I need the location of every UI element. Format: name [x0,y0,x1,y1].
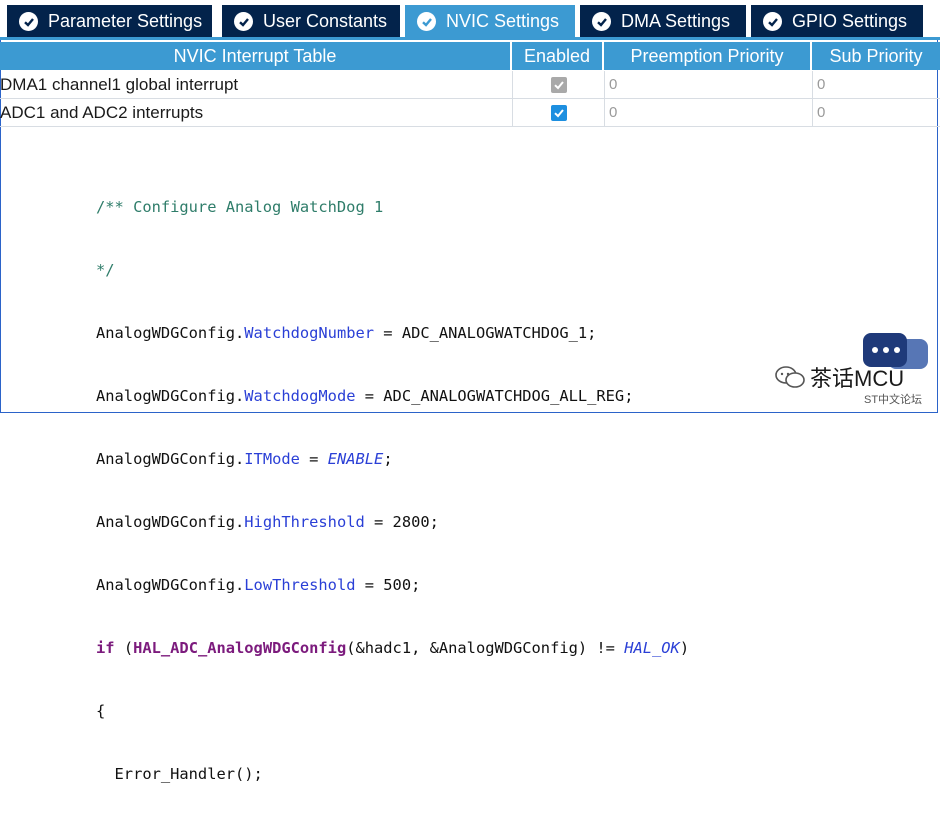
watermark-brand: 茶话MCU [810,366,905,391]
code-assign: = 500; [355,576,421,594]
tab-label: User Constants [263,11,388,31]
code-line: AnalogWDGConfig.WatchdogMode = ADC_ANALO… [96,387,634,405]
code-field: HighThreshold [244,513,365,531]
tab-label: GPIO Settings [792,11,908,31]
code-object: AnalogWDGConfig [96,576,235,594]
tab-dma-settings[interactable]: DMA Settings [580,5,746,38]
watermark-subtitle: ST中文论坛 [864,394,923,406]
enabled-cell [512,71,604,98]
code-brace-close: } [96,827,689,830]
code-object: AnalogWDGConfig [96,513,235,531]
column-header-enabled[interactable]: Enabled [512,42,604,70]
code-assign: = 2800; [364,513,439,531]
column-header-interrupt[interactable]: NVIC Interrupt Table [0,42,512,70]
code-paren: ( [114,639,134,657]
code-snippet: /** Configure Analog WatchDog 1 */ Analo… [96,155,689,830]
code-object: AnalogWDGConfig [96,324,235,342]
code-semicolon: ; [383,450,393,468]
code-macro: ENABLE [327,450,384,468]
code-macro: HAL_OK [624,639,680,657]
code-field: WatchdogNumber [244,324,375,342]
code-field: ITMode [244,450,300,468]
tab-underline [0,37,940,40]
tab-user-constants[interactable]: User Constants [222,5,400,38]
enabled-cell [512,99,604,126]
code-comment: /** Configure Analog WatchDog 1 [96,198,384,216]
code-line: AnalogWDGConfig.LowThreshold = 500; [96,576,421,594]
checkmark-icon [553,80,564,89]
code-object: AnalogWDGConfig [96,450,235,468]
code-assign: = ADC_ANALOGWATCHDOG_1; [374,324,597,342]
code-assign: = [299,450,328,468]
tab-label: NVIC Settings [446,11,560,31]
code-line: Error_Handler(); [96,765,263,783]
code-object: AnalogWDGConfig [96,387,235,405]
preemption-priority-field[interactable]: 0 [604,99,812,126]
code-line: if (HAL_ADC_AnalogWDGConfig(&hadc1, &Ana… [96,638,689,659]
check-circle-icon [417,12,436,31]
code-line: AnalogWDGConfig.HighThreshold = 2800; [96,513,439,531]
table-row[interactable]: ADC1 and ADC2 interrupts 0 0 [0,99,940,127]
column-header-sub-priority[interactable]: Sub Priority [812,42,940,70]
code-function: HAL_ADC_AnalogWDGConfig [133,639,347,657]
interrupt-name: DMA1 channel1 global interrupt [0,74,239,94]
tab-label: DMA Settings [621,11,731,31]
chat-dots-icon [872,347,902,353]
code-keyword: if [96,639,115,657]
code-assign: = ADC_ANALOGWATCHDOG_ALL_REG; [355,387,634,405]
tab-label: Parameter Settings [48,11,203,31]
tab-gpio-settings[interactable]: GPIO Settings [751,5,923,38]
preemption-priority-field[interactable]: 0 [604,71,812,98]
tab-parameter-settings[interactable]: Parameter Settings [7,5,212,38]
watermark: 茶话MCU ST中文论坛 [768,333,933,408]
sub-priority-field[interactable]: 0 [812,71,940,98]
code-field: WatchdogMode [244,387,356,405]
check-circle-icon [234,12,253,31]
checkmark-icon [553,108,564,117]
code-line: AnalogWDGConfig.ITMode = ENABLE; [96,450,393,468]
code-brace-open: { [96,702,106,720]
code-line: AnalogWDGConfig.WatchdogNumber = ADC_ANA… [96,324,597,342]
enabled-checkbox[interactable] [550,104,567,121]
tab-nvic-settings[interactable]: NVIC Settings [405,5,575,38]
check-circle-icon [19,12,38,31]
code-args: (&hadc1, &AnalogWDGConfig) != [346,639,625,657]
code-comment-end: */ [96,261,115,279]
code-paren: ) [679,639,690,657]
wechat-icon [775,366,805,388]
table-row[interactable]: DMA1 channel1 global interrupt 0 0 [0,71,940,99]
check-circle-icon [592,12,611,31]
check-circle-icon [763,12,782,31]
interrupt-name: ADC1 and ADC2 interrupts [0,102,204,122]
enabled-checkbox[interactable] [550,76,567,93]
code-field: LowThreshold [244,576,356,594]
sub-priority-field[interactable]: 0 [812,99,940,126]
column-header-preemption[interactable]: Preemption Priority [604,42,812,70]
tab-bar: Parameter Settings User Constants NVIC S… [0,0,940,40]
